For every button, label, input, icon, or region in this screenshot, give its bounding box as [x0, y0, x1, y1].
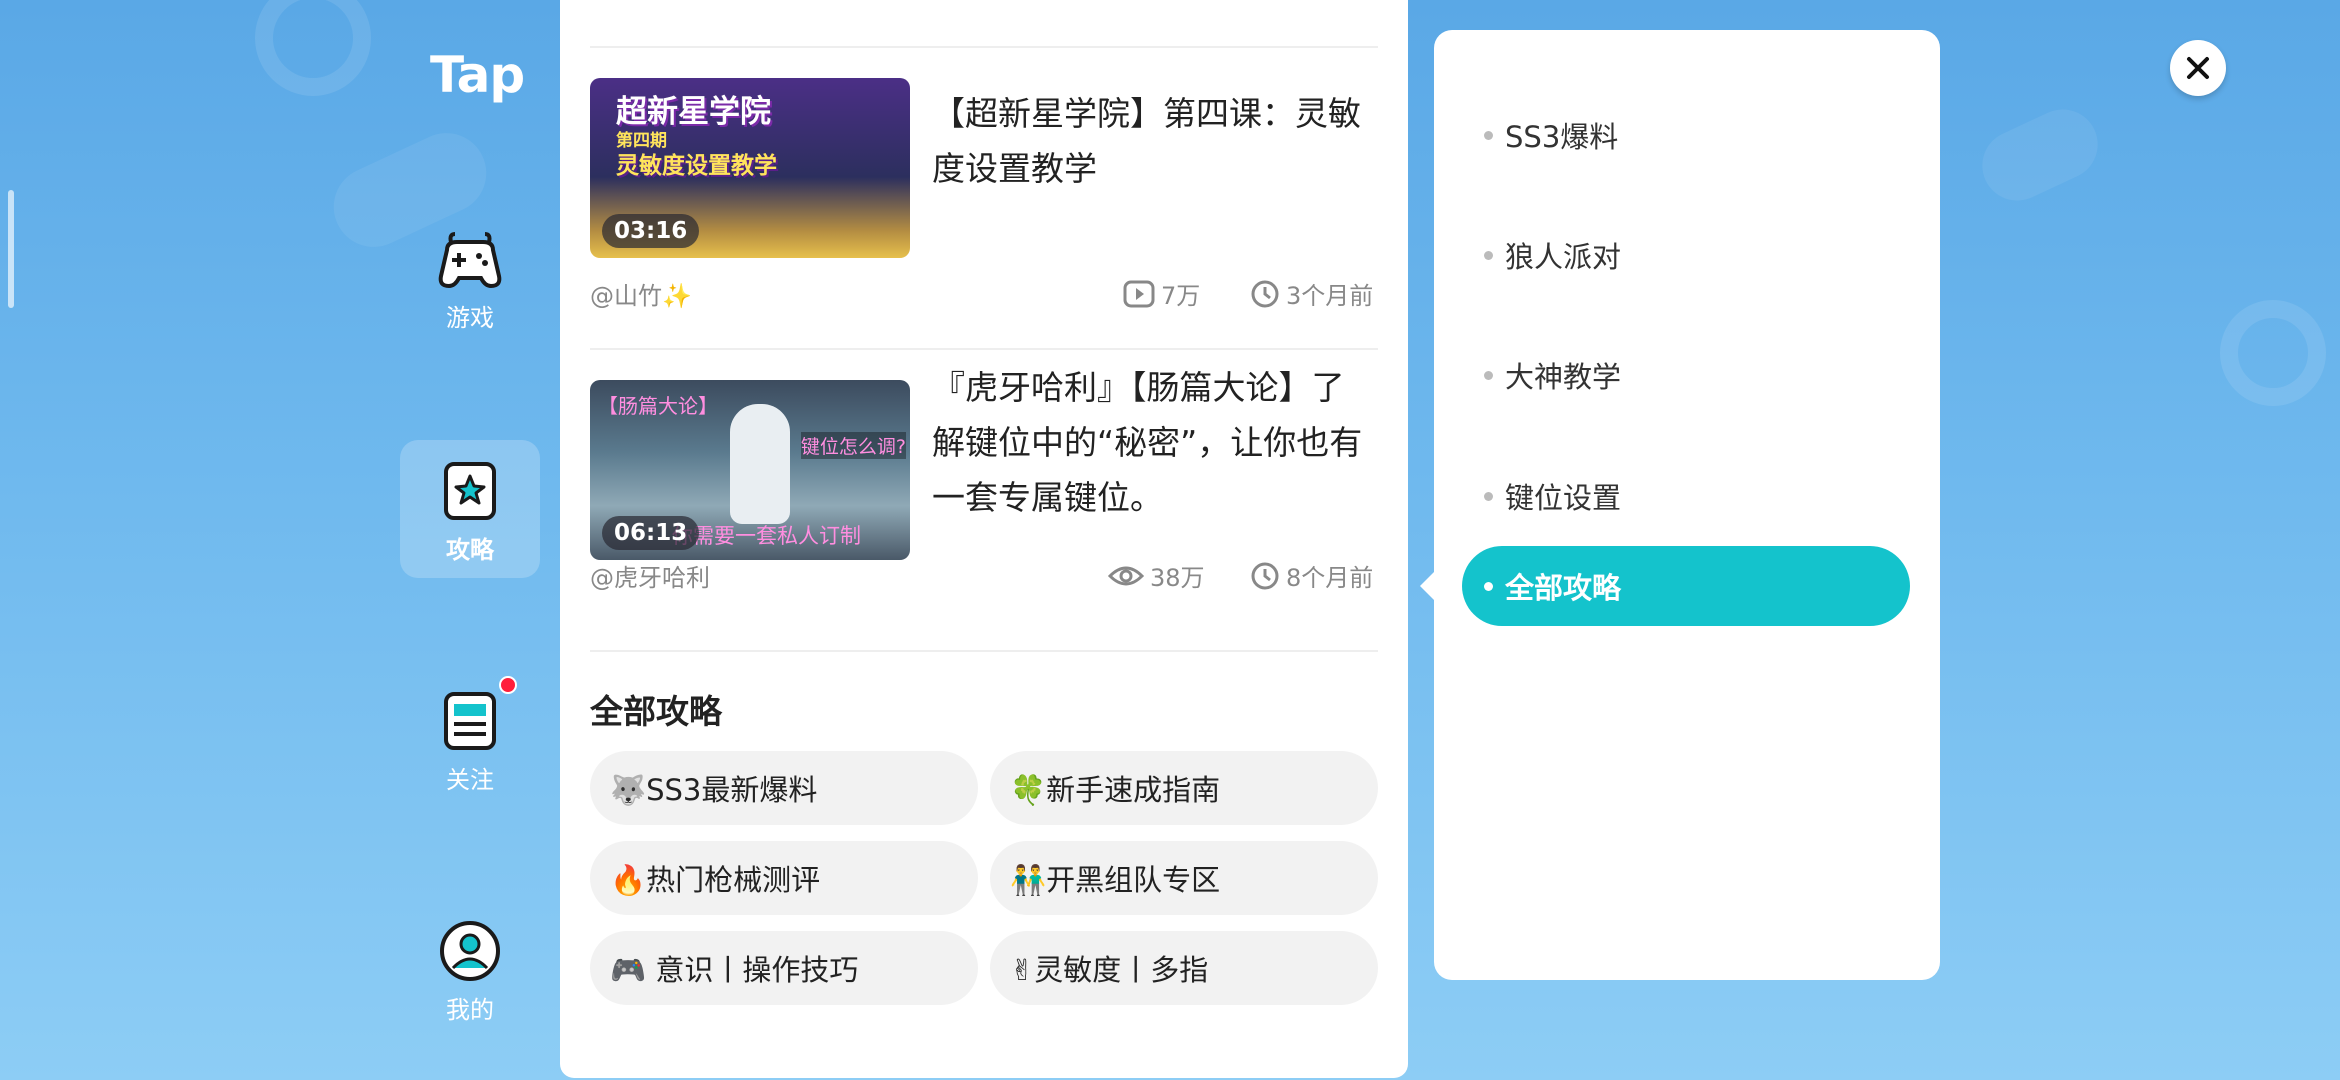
video-views: 7万	[1123, 276, 1200, 311]
divider	[590, 348, 1378, 350]
thumb-text: 灵敏度设置教学	[616, 153, 777, 179]
guide-chip[interactable]: 🍀新手速成指南	[990, 751, 1378, 825]
nav-item-guides[interactable]: 攻略	[400, 440, 540, 578]
bullet	[1484, 491, 1493, 501]
video-title[interactable]: 【超新星学院】第四课：灵敏度设置教学	[932, 86, 1372, 196]
clock-icon	[1251, 562, 1279, 589]
notification-badge	[499, 676, 517, 694]
menu-item[interactable]: SS3爆料	[1484, 114, 1618, 156]
menu-item[interactable]: 狼人派对	[1484, 234, 1621, 276]
bg-decoration	[255, 0, 371, 96]
video-time: 3个月前	[1250, 276, 1373, 311]
nav-item-games[interactable]: 游戏	[400, 232, 540, 342]
clock-icon	[1251, 280, 1279, 307]
star-card-icon	[444, 462, 496, 520]
menu-item-label: 键位设置	[1505, 481, 1622, 515]
bg-decoration	[2220, 300, 2326, 406]
video-duration: 03:16	[602, 214, 700, 248]
video-views: 38万	[1108, 558, 1205, 593]
nav-item-me[interactable]: 我的	[400, 920, 540, 1030]
views-count: 38万	[1150, 564, 1205, 592]
video-thumbnail[interactable]: 超新星学院 第四期 灵敏度设置教学 03:16	[590, 78, 910, 258]
bullet	[1484, 250, 1493, 260]
menu-item-label: 大神教学	[1505, 360, 1622, 394]
user-icon	[440, 921, 500, 981]
views-count: 7万	[1161, 282, 1201, 310]
guide-chip[interactable]: 🔥热门枪械测评	[590, 841, 978, 915]
panel-pointer	[1420, 572, 1434, 600]
nav-label: 游戏	[446, 304, 494, 332]
eye-icon	[1108, 566, 1144, 585]
scrollbar[interactable]	[8, 190, 14, 308]
menu-item-label: SS3爆料	[1505, 120, 1619, 154]
video-time: 8个月前	[1250, 558, 1373, 593]
video-author[interactable]: @虎牙哈利	[590, 558, 710, 593]
nav-label: 攻略	[446, 536, 494, 564]
category-menu: SS3爆料 狼人派对 大神教学 键位设置 全部攻略	[1434, 30, 1940, 980]
video-title[interactable]: 『虎牙哈利』【肠篇大论】了解键位中的“秘密”，让你也有一套专属键位。	[932, 360, 1372, 525]
play-icon	[1123, 280, 1155, 307]
gamepad-icon	[438, 232, 502, 289]
guide-chip[interactable]: 👬开黑组队专区	[990, 841, 1378, 915]
nav-label: 我的	[446, 996, 494, 1024]
video-duration: 06:13	[602, 516, 700, 550]
bullet	[1484, 581, 1493, 591]
guide-chip[interactable]: ✌灵敏度丨多指	[990, 931, 1378, 1005]
thumb-character	[730, 404, 790, 524]
menu-item[interactable]: 键位设置	[1484, 475, 1621, 517]
app-logo: Tap	[430, 46, 525, 104]
nav-label: 关注	[446, 766, 494, 794]
menu-item[interactable]: 大神教学	[1484, 354, 1621, 396]
thumb-text: 超新星学院	[616, 94, 771, 130]
thumb-text: 你需要一套私人订制	[672, 524, 861, 548]
feed-icon	[444, 692, 496, 750]
menu-item-label: 全部攻略	[1505, 571, 1622, 605]
divider	[590, 46, 1378, 48]
guide-chip[interactable]: 🐺SS3最新爆料	[590, 751, 978, 825]
bg-decoration	[1970, 97, 2110, 213]
close-button[interactable]	[2170, 40, 2226, 96]
video-thumbnail[interactable]: 【肠篇大论】 键位怎么调? 你需要一套私人订制 06:13	[590, 380, 910, 560]
section-title: 全部攻略	[590, 692, 722, 731]
thumb-text: 键位怎么调?	[800, 432, 906, 459]
close-icon	[2187, 57, 2209, 79]
time-ago: 8个月前	[1286, 564, 1374, 592]
divider	[590, 650, 1378, 652]
guide-feed-panel[interactable]: 超新星学院 第四期 灵敏度设置教学 03:16 【超新星学院】第四课：灵敏度设置…	[560, 0, 1408, 1078]
bullet	[1484, 370, 1493, 380]
time-ago: 3个月前	[1286, 282, 1374, 310]
nav-item-following[interactable]: 关注	[400, 690, 540, 800]
bullet	[1484, 130, 1493, 140]
guide-chip[interactable]: 🎮 意识丨操作技巧	[590, 931, 978, 1005]
menu-item-active[interactable]: 全部攻略	[1462, 546, 1910, 626]
thumb-text: 【肠篇大论】	[598, 394, 718, 418]
video-author[interactable]: @山竹✨	[590, 276, 692, 311]
menu-item-label: 狼人派对	[1505, 240, 1622, 274]
